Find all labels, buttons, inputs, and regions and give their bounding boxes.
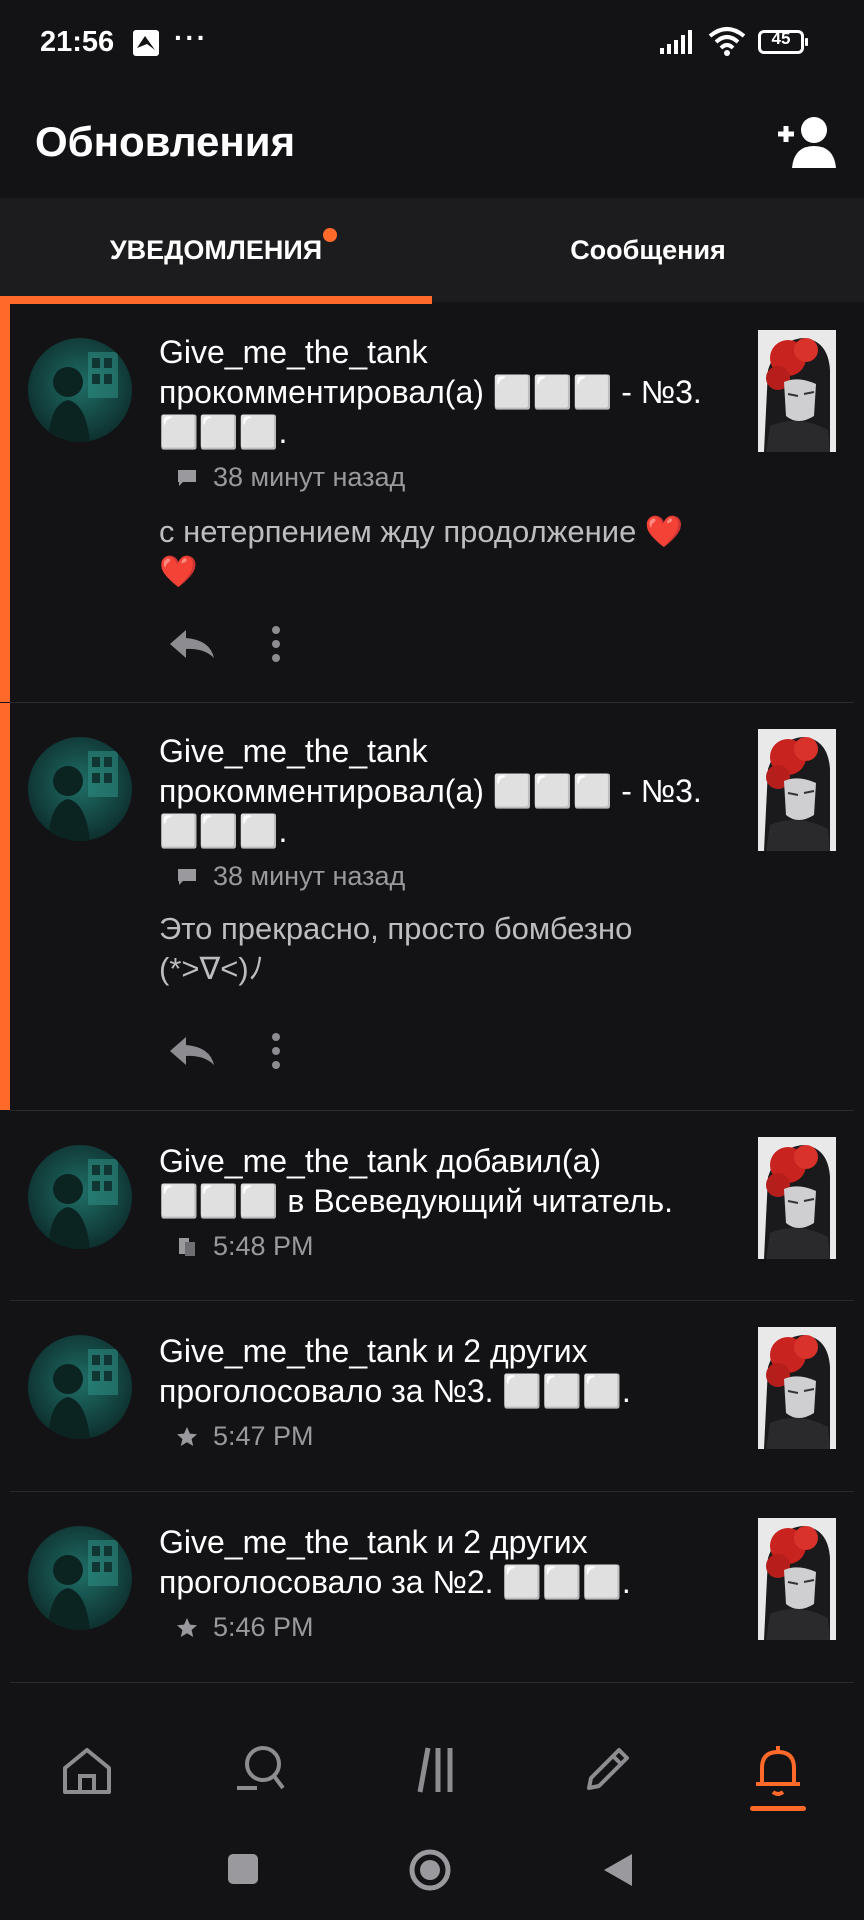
reply-icon[interactable] [166,626,218,662]
search-icon[interactable] [231,1740,291,1800]
home-button[interactable] [408,1848,452,1892]
home-icon[interactable] [57,1740,117,1800]
bell-icon[interactable] [748,1740,808,1800]
tab-bar: УВЕДОМЛЕНИЯ Сообщения [0,198,864,302]
status-more-indicator: ··· [174,22,208,53]
star-icon [175,1616,199,1640]
recents-button[interactable] [226,1852,260,1886]
tab-notifications[interactable]: УВЕДОМЛЕНИЯ [0,198,432,302]
status-time: 21:56 [40,26,115,58]
tab-messages[interactable]: Сообщения [432,198,864,302]
notification-item[interactable]: Give_me_the_tank и 2 других проголосовал… [0,1492,864,1682]
notification-meta: 38 минут назад [175,861,405,892]
library-icon[interactable] [404,1740,464,1800]
user-avatar[interactable] [28,338,132,442]
story-cover[interactable] [758,1137,836,1259]
notification-time: 5:48 PM [213,1231,314,1261]
notification-text: Give_me_the_tank и 2 других проголосовал… [159,1524,631,1600]
bottom-navigation [0,1700,864,1830]
app-header: Обновления [0,88,864,198]
notification-meta: 38 минут назад [175,462,405,493]
active-nav-indicator [750,1806,806,1811]
notification-item[interactable]: Give_me_the_tank и 2 других проголосовал… [0,1301,864,1491]
more-options-icon[interactable] [268,1031,284,1071]
user-avatar[interactable] [28,1145,132,1249]
notification-time: 38 минут назад [213,861,406,891]
active-tab-indicator [0,296,432,304]
comment-text: Это прекрасно, просто бомбезно (*>∇<)ﾉ [159,911,633,986]
wifi-icon [708,27,746,56]
reply-icon[interactable] [166,1033,218,1069]
status-bar: 21:56 ··· 45 [0,0,864,88]
notification-time: 5:46 PM [213,1612,314,1642]
notification-meta: 5:46 PM [175,1612,314,1643]
comment-icon [175,466,199,490]
battery-level: 45 [771,29,791,48]
notification-text: Give_me_the_tank прокомментировал(а) ⬜⬜⬜… [159,334,702,450]
library-icon [175,1235,199,1259]
notification-item[interactable]: Give_me_the_tank прокомментировал(а) ⬜⬜⬜… [0,304,864,702]
app-notification-icon [133,30,159,56]
user-avatar[interactable] [28,737,132,841]
tab-notifications-label: УВЕДОМЛЕНИЯ [109,234,323,265]
page-title: Обновления [35,118,296,165]
system-navigation-bar [0,1830,864,1920]
notification-text: Give_me_the_tank прокомментировал(а) ⬜⬜⬜… [159,733,702,849]
tab-messages-label: Сообщения [570,234,726,265]
divider [10,1682,854,1683]
add-user-icon[interactable] [776,114,838,170]
notification-meta: 5:47 PM [175,1421,314,1452]
notification-meta: 5:48 PM [175,1231,314,1262]
write-icon[interactable] [577,1740,637,1800]
user-avatar[interactable] [28,1526,132,1630]
more-options-icon[interactable] [268,624,284,664]
notification-time: 5:47 PM [213,1421,314,1451]
battery-icon: 45 [758,29,808,54]
user-avatar[interactable] [28,1335,132,1439]
notification-item[interactable]: Give_me_the_tank прокомментировал(а) ⬜⬜⬜… [0,703,864,1110]
star-icon [175,1425,199,1449]
new-indicator-dot [323,228,337,242]
signal-icon [660,30,692,54]
notification-item[interactable]: Give_me_the_tank добавил(а) ⬜⬜⬜ в Всевед… [0,1111,864,1300]
comment-text: с нетерпением жду продолжение ❤️❤️ [159,514,684,589]
notification-time: 38 минут назад [213,462,406,492]
notification-text: Give_me_the_tank добавил(а) ⬜⬜⬜ в Всевед… [159,1143,674,1219]
story-cover[interactable] [758,1518,836,1640]
back-button[interactable] [600,1850,636,1890]
comment-icon [175,865,199,889]
notification-text: Give_me_the_tank и 2 других проголосовал… [159,1333,631,1409]
story-cover[interactable] [758,330,836,452]
story-cover[interactable] [758,1327,836,1449]
story-cover[interactable] [758,729,836,851]
